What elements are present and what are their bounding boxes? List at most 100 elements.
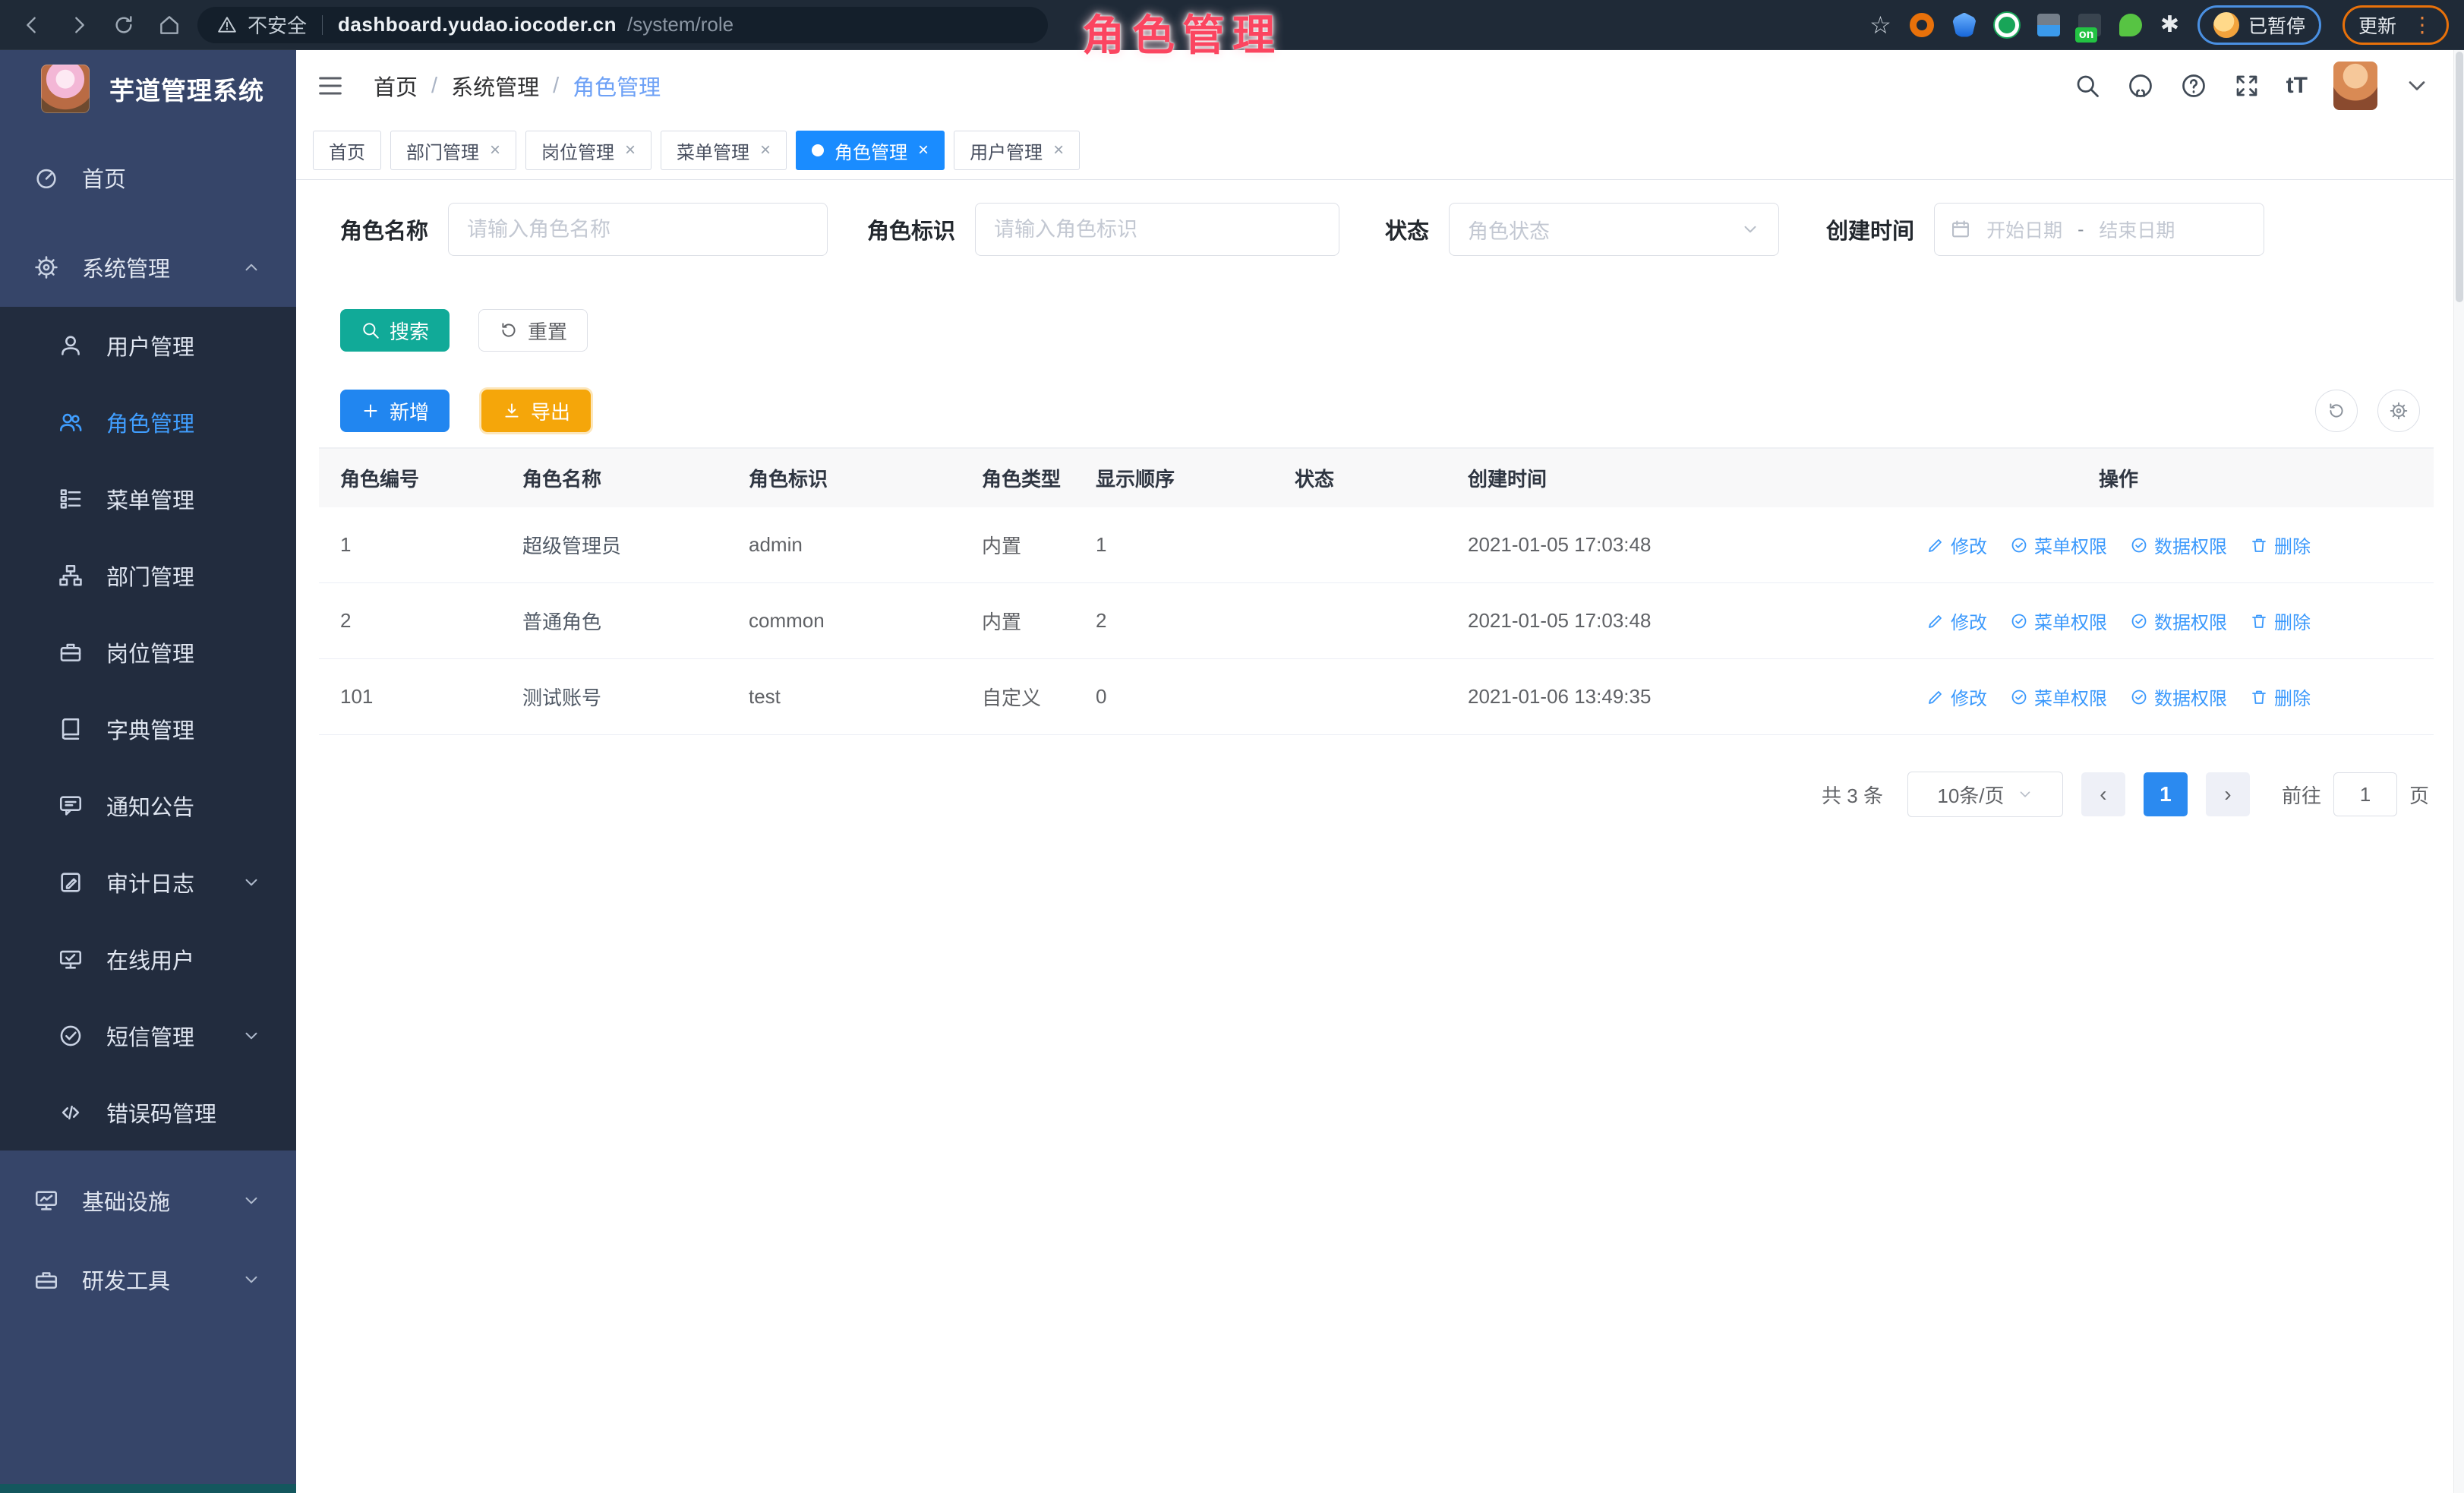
data-permission-action[interactable]: 数据权限 (2130, 532, 2227, 558)
delete-action[interactable]: 删除 (2250, 532, 2311, 558)
browser-home-button[interactable] (152, 8, 187, 43)
tab-close-icon[interactable]: × (1053, 141, 1064, 159)
next-page-button[interactable]: › (2206, 772, 2250, 816)
sidebar-item-notice[interactable]: 通知公告 (0, 767, 296, 844)
browser-update-button[interactable]: 更新 ⋮ (2343, 5, 2449, 45)
edit-action[interactable]: 修改 (1926, 608, 1987, 634)
extension-on-badge: on (2075, 27, 2098, 43)
sidebar-item-menus[interactable]: 菜单管理 (0, 460, 296, 537)
extension-icon-switch[interactable]: on (2078, 14, 2101, 36)
github-icon[interactable] (2127, 72, 2154, 99)
extension-icon-bird[interactable] (2119, 14, 2142, 36)
edit-action[interactable]: 修改 (1926, 683, 1987, 710)
tab-label: 岗位管理 (541, 137, 614, 164)
address-bar[interactable]: 不安全 dashboard.yudao.iocoder.cn/system/ro… (197, 7, 1048, 43)
col-actions: 操作 (1803, 464, 2434, 492)
sidebar-item-home[interactable]: 首页 (0, 138, 296, 217)
profile-paused-chip[interactable]: 已暂停 (2197, 5, 2321, 45)
column-settings-button[interactable] (2377, 390, 2420, 432)
data-permission-action[interactable]: 数据权限 (2130, 683, 2227, 710)
breadcrumb-system[interactable]: 系统管理 (451, 70, 539, 102)
delete-action[interactable]: 删除 (2250, 608, 2311, 634)
tab-close-icon[interactable]: × (625, 141, 636, 159)
sidebar-item-system[interactable]: 系统管理 (0, 228, 296, 307)
sidebar-item-label: 部门管理 (106, 560, 194, 592)
chevron-down-icon (241, 1270, 261, 1289)
cell-role-id: 1 (319, 533, 501, 557)
security-warning-icon (217, 15, 237, 35)
bookmark-star-icon[interactable]: ☆ (1869, 11, 1891, 39)
edit-document-icon (58, 870, 84, 895)
tab-users[interactable]: 用户管理 × (954, 131, 1080, 170)
edit-action[interactable]: 修改 (1926, 532, 1987, 558)
tab-departments[interactable]: 部门管理 × (390, 131, 516, 170)
sidebar-item-error-codes[interactable]: 错误码管理 (0, 1074, 296, 1151)
sidebar-item-sms[interactable]: 短信管理 (0, 997, 296, 1074)
role-key-input[interactable] (975, 203, 1339, 256)
tab-home[interactable]: 首页 (313, 131, 381, 170)
browser-forward-button[interactable] (61, 8, 96, 43)
add-button[interactable]: 新增 (340, 390, 450, 432)
prev-page-button[interactable]: ‹ (2081, 772, 2125, 816)
sidebar-item-departments[interactable]: 部门管理 (0, 537, 296, 614)
extension-icon-shield[interactable] (1952, 13, 1977, 37)
forward-arrow-icon (66, 13, 90, 37)
extension-icon-grid[interactable] (2037, 14, 2060, 36)
cell-role-name: 测试账号 (501, 683, 727, 711)
menu-permission-action[interactable]: 菜单权限 (2010, 683, 2107, 710)
create-time-range-picker[interactable]: 开始日期 - 结束日期 (1934, 203, 2264, 256)
menu-permission-action[interactable]: 菜单权限 (2010, 608, 2107, 634)
tab-close-icon[interactable]: × (490, 141, 500, 159)
scrollbar-thumb[interactable] (2456, 52, 2463, 302)
breadcrumb-home[interactable]: 首页 (374, 70, 418, 102)
chevron-down-icon (241, 1026, 261, 1046)
help-icon[interactable] (2180, 72, 2207, 99)
tab-posts[interactable]: 岗位管理 × (525, 131, 651, 170)
sidebar-item-dev-tools[interactable]: 研发工具 (0, 1240, 296, 1319)
browser-back-button[interactable] (15, 8, 50, 43)
export-button[interactable]: 导出 (481, 390, 591, 432)
sidebar-item-label: 基础设施 (82, 1185, 170, 1217)
sidebar-item-dict[interactable]: 字典管理 (0, 690, 296, 767)
page-size-select[interactable]: 10条/页 (1907, 772, 2063, 817)
avatar-caret-down-icon[interactable] (2403, 72, 2431, 99)
font-size-icon[interactable]: tT (2286, 73, 2308, 99)
delete-action[interactable]: 删除 (2250, 683, 2311, 710)
sidebar-item-roles[interactable]: 角色管理 (0, 384, 296, 460)
tab-roles[interactable]: 角色管理 × (796, 131, 945, 170)
search-button[interactable]: 搜索 (340, 309, 450, 352)
menu-permission-action[interactable]: 菜单权限 (2010, 532, 2107, 558)
user-avatar[interactable] (2333, 62, 2377, 110)
page-scrollbar[interactable] (2453, 50, 2464, 1493)
cell-create-time: 2021-01-05 17:03:48 (1447, 609, 1803, 633)
sidebar-item-online-users[interactable]: 在线用户 (0, 920, 296, 997)
briefcase-icon (58, 639, 84, 665)
browser-reload-button[interactable] (106, 8, 141, 43)
sidebar-item-audit-log[interactable]: 审计日志 (0, 844, 296, 920)
tab-close-icon[interactable]: × (918, 141, 929, 159)
cell-role-key: test (727, 685, 961, 709)
extension-icon-green[interactable] (1995, 13, 2019, 37)
role-name-input[interactable] (448, 203, 828, 256)
sidebar-item-posts[interactable]: 岗位管理 (0, 614, 296, 690)
system-submenu: 用户管理 角色管理 菜单管理 部门管理 岗位管理 (0, 307, 296, 1151)
tab-menus[interactable]: 菜单管理 × (661, 131, 787, 170)
status-select[interactable]: 角色状态 (1449, 203, 1779, 256)
refresh-table-button[interactable] (2315, 390, 2358, 432)
sidebar-logo[interactable]: 芋道管理系统 (0, 50, 296, 128)
data-permission-action[interactable]: 数据权限 (2130, 608, 2227, 634)
reset-button[interactable]: 重置 (478, 309, 588, 352)
code-icon (58, 1100, 84, 1125)
extensions-puzzle-icon[interactable]: ✱ (2160, 11, 2179, 38)
header-search-icon[interactable] (2074, 72, 2101, 99)
sidebar-item-label: 系统管理 (82, 251, 170, 283)
sidebar-collapse-button[interactable] (313, 68, 348, 103)
fullscreen-icon[interactable] (2233, 72, 2261, 99)
data-permission-label: 数据权限 (2154, 683, 2227, 710)
extension-icon-orange[interactable] (1910, 13, 1934, 37)
page-number-1[interactable]: 1 (2144, 772, 2188, 816)
tab-close-icon[interactable]: × (760, 141, 771, 159)
sidebar-item-users[interactable]: 用户管理 (0, 307, 296, 384)
sidebar-item-infrastructure[interactable]: 基础设施 (0, 1161, 296, 1240)
goto-page-input[interactable] (2333, 772, 2397, 816)
